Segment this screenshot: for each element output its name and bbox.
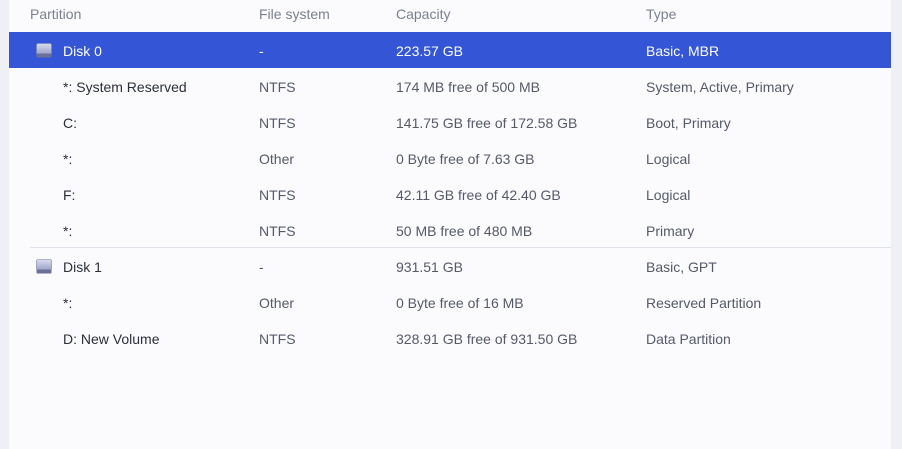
file-system: - — [259, 43, 264, 59]
type: Primary — [646, 223, 695, 239]
partition-row[interactable]: F: NTFS 42.11 GB free of 42.40 GB Logica… — [9, 176, 891, 212]
type: System, Active, Primary — [646, 79, 794, 95]
hard-disk-icon — [36, 43, 52, 58]
partition-name: F: — [63, 187, 76, 203]
type: Boot, Primary — [646, 115, 731, 131]
column-header-file-system[interactable]: File system — [259, 6, 330, 22]
partition-row[interactable]: C: NTFS 141.75 GB free of 172.58 GB Boot… — [9, 104, 891, 140]
partition-table: Partition File system Capacity Type Disk… — [9, 0, 891, 449]
file-system: Other — [259, 295, 295, 311]
partition-row[interactable]: *: Other 0 Byte free of 16 MB Reserved P… — [9, 284, 891, 320]
capacity: 141.75 GB free of 172.58 GB — [396, 115, 578, 131]
column-header-capacity[interactable]: Capacity — [396, 6, 450, 22]
disk-row-1[interactable]: Disk 1 - 931.51 GB Basic, GPT — [9, 248, 891, 284]
partition-name: *: System Reserved — [63, 79, 187, 95]
capacity: 42.11 GB free of 42.40 GB — [396, 187, 561, 203]
type: Reserved Partition — [646, 295, 762, 311]
capacity: 223.57 GB — [396, 43, 463, 59]
partition-name: Disk 1 — [63, 259, 102, 275]
partition-name: *: — [63, 223, 73, 239]
partition-row[interactable]: D: New Volume NTFS 328.91 GB free of 931… — [9, 320, 891, 356]
disk-row-0[interactable]: Disk 0 - 223.57 GB Basic, MBR — [9, 32, 891, 68]
partition-name: *: — [63, 295, 73, 311]
column-header-partition[interactable]: Partition — [30, 6, 81, 22]
partition-row[interactable]: *: System Reserved NTFS 174 MB free of 5… — [9, 68, 891, 104]
partition-name: D: New Volume — [63, 331, 160, 347]
file-system: NTFS — [259, 223, 296, 239]
file-system: - — [259, 259, 264, 275]
file-system: NTFS — [259, 187, 296, 203]
capacity: 0 Byte free of 16 MB — [396, 295, 524, 311]
type: Data Partition — [646, 331, 731, 347]
partition-row[interactable]: *: Other 0 Byte free of 7.63 GB Logical — [9, 140, 891, 176]
capacity: 174 MB free of 500 MB — [396, 79, 540, 95]
partition-row[interactable]: *: NTFS 50 MB free of 480 MB Primary — [9, 212, 891, 248]
partition-name: Disk 0 — [63, 43, 102, 59]
type: Logical — [646, 187, 691, 203]
type: Basic, MBR — [646, 43, 720, 59]
table-header: Partition File system Capacity Type — [9, 0, 891, 30]
type: Logical — [646, 151, 691, 167]
file-system: NTFS — [259, 79, 296, 95]
capacity: 931.51 GB — [396, 259, 463, 275]
partition-name: C: — [63, 115, 77, 131]
partition-name: *: — [63, 151, 73, 167]
file-system: NTFS — [259, 331, 296, 347]
capacity: 328.91 GB free of 931.50 GB — [396, 331, 578, 347]
file-system: NTFS — [259, 115, 296, 131]
type: Basic, GPT — [646, 259, 717, 275]
file-system: Other — [259, 151, 295, 167]
capacity: 0 Byte free of 7.63 GB — [396, 151, 535, 167]
column-header-type[interactable]: Type — [646, 6, 676, 22]
hard-disk-icon — [36, 259, 52, 274]
capacity: 50 MB free of 480 MB — [396, 223, 533, 239]
